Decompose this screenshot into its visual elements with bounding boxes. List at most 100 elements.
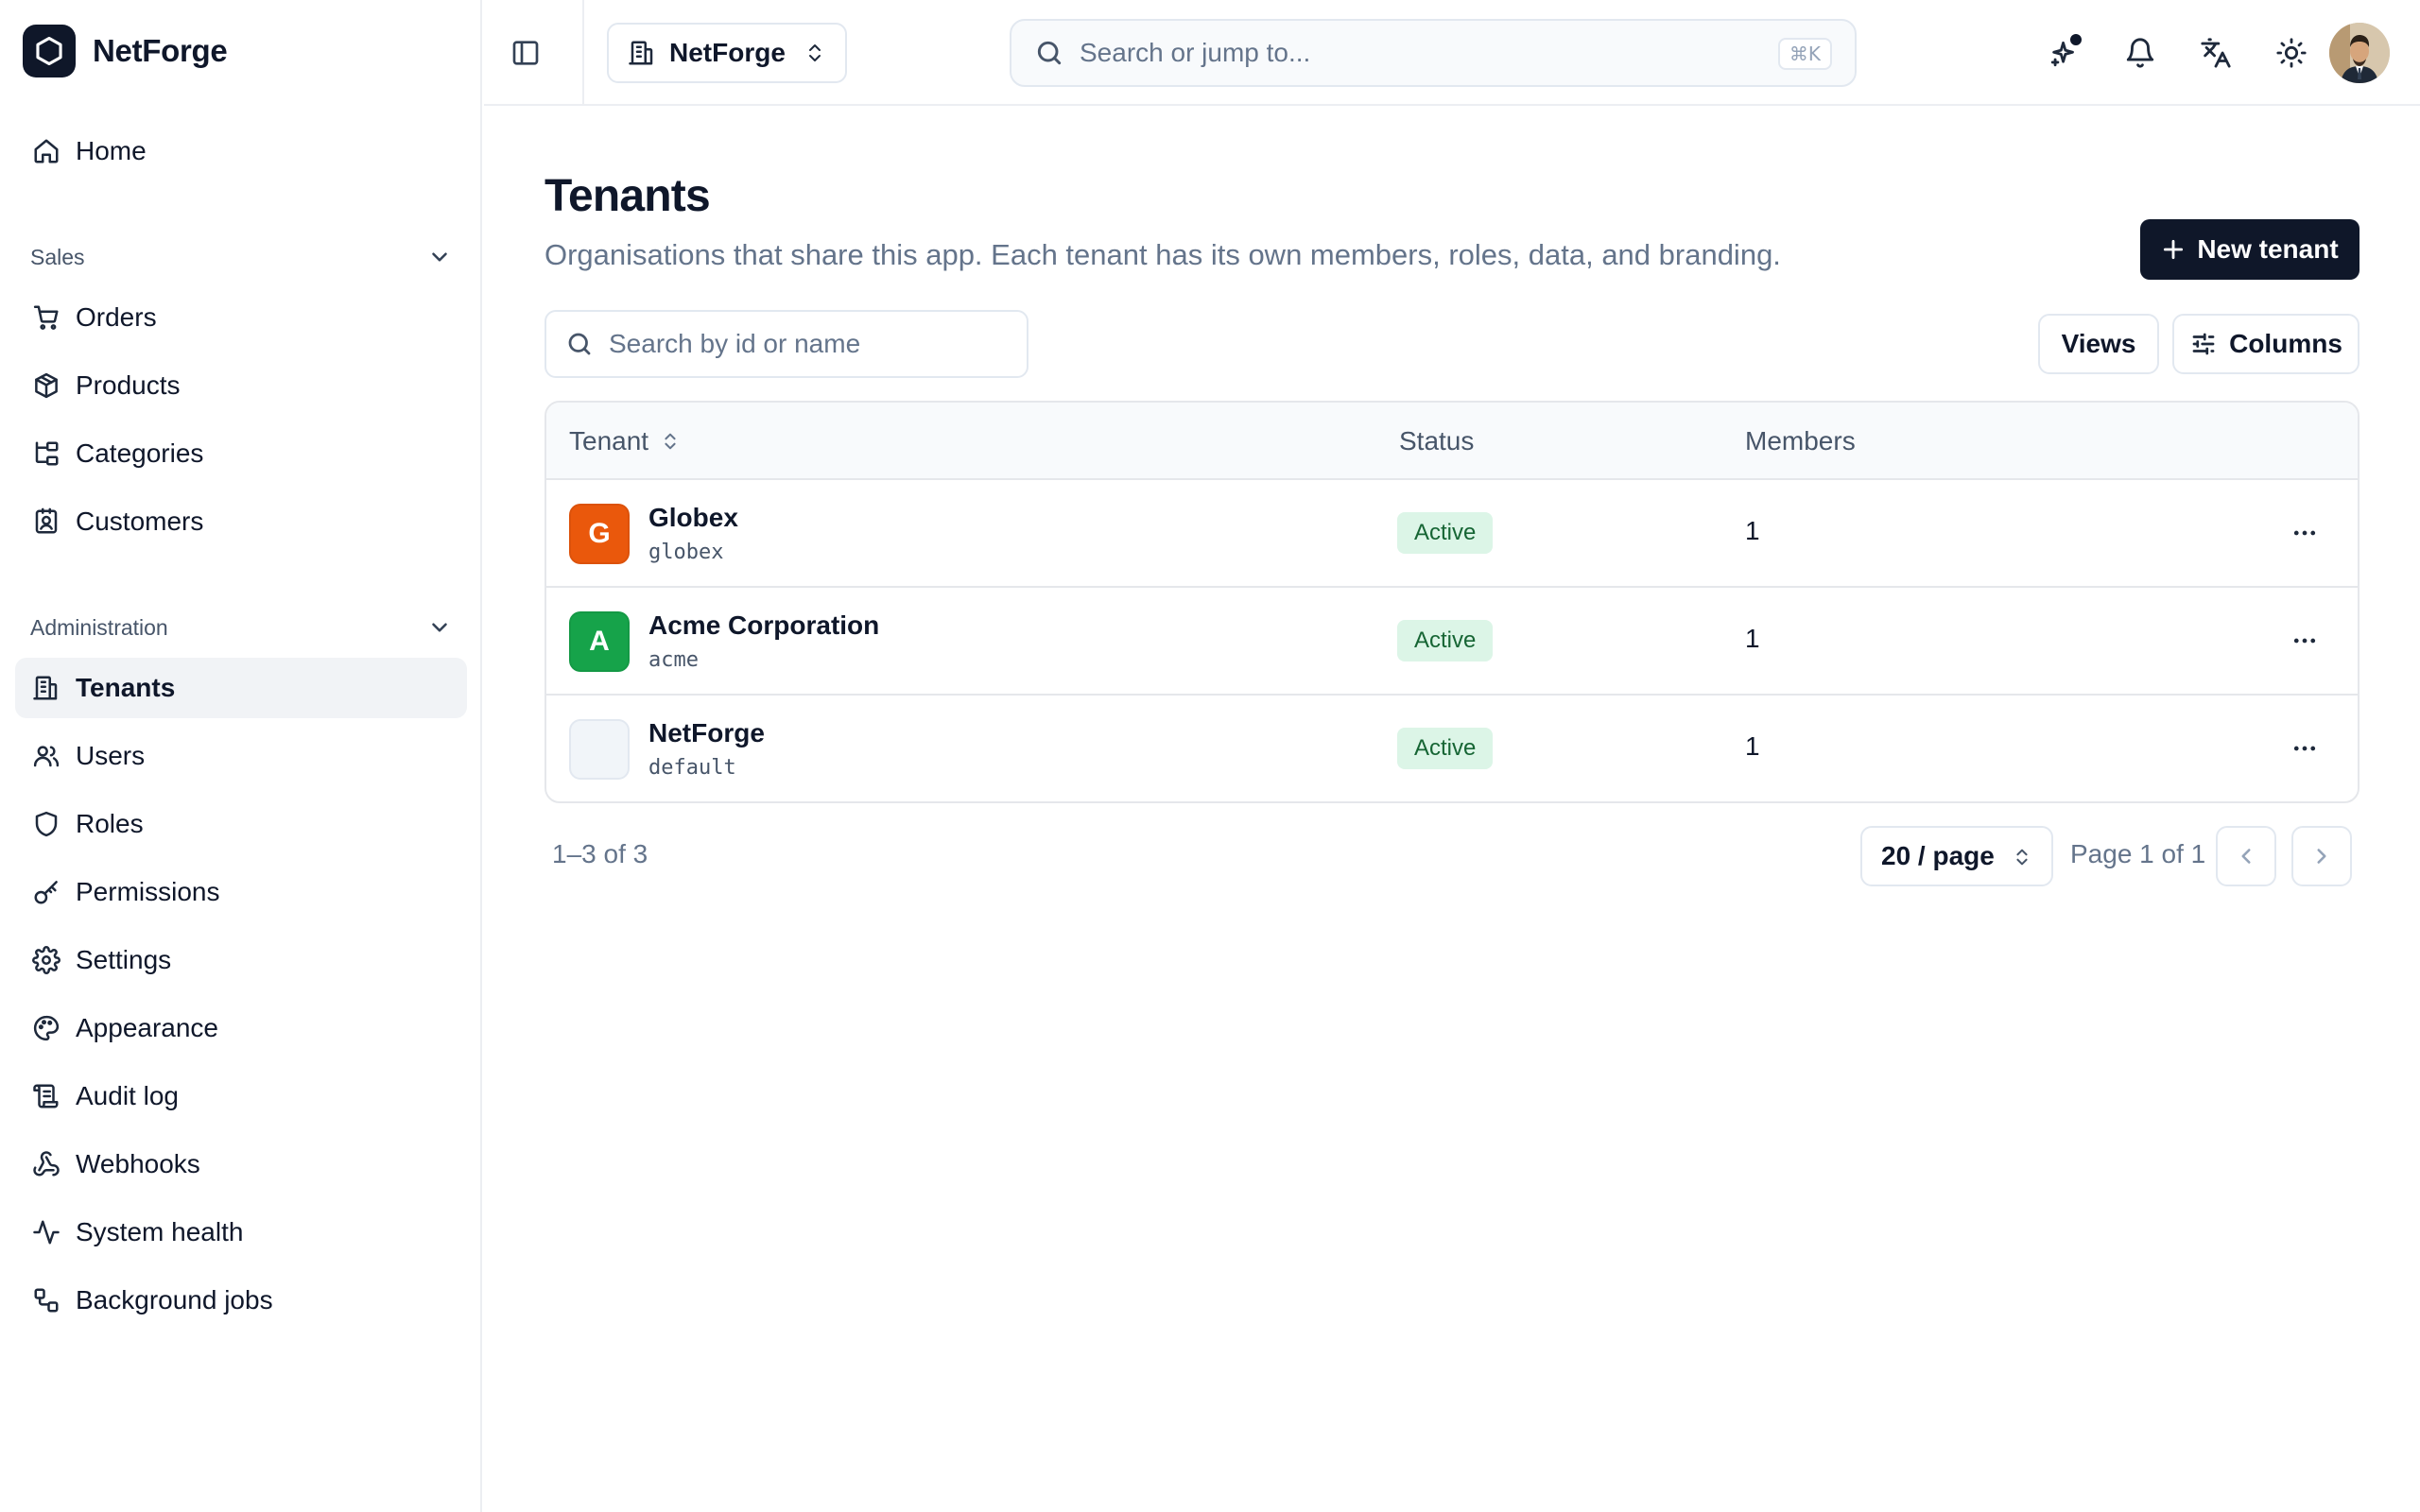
tenant-id: acme: [648, 648, 699, 672]
tenants-table: Tenant Status Members G Globex globex Ac…: [544, 401, 2360, 803]
sliders-icon: [2192, 333, 2215, 355]
views-button[interactable]: Views: [2038, 314, 2159, 374]
package-icon: [30, 369, 62, 402]
language-button[interactable]: [2189, 26, 2242, 79]
columns-button[interactable]: Columns: [2172, 314, 2360, 374]
table-row[interactable]: NetForge default Active 1: [546, 696, 2358, 801]
sidebar-item-roles[interactable]: Roles: [15, 794, 467, 854]
notifications-button[interactable]: [2114, 26, 2167, 79]
chevron-right-icon: [2317, 849, 2326, 864]
chevrons-up-down-icon: [2016, 849, 2028, 866]
sidebar-item-audit-log[interactable]: Audit log: [15, 1066, 467, 1126]
column-header-members: Members: [1745, 403, 1856, 480]
folder-tree-icon: [30, 438, 62, 470]
webhook-icon: [30, 1148, 62, 1180]
sort-icon: [665, 433, 676, 450]
pagination-range: 1–3 of 3: [552, 839, 648, 868]
tenant-switcher[interactable]: NetForge: [607, 23, 847, 83]
sidebar-item-background-jobs[interactable]: Background jobs: [15, 1270, 467, 1331]
section-sales-toggle[interactable]: Sales: [30, 238, 452, 276]
page-indicator: Page 1 of 1: [2070, 839, 2206, 868]
tenant-name[interactable]: NetForge: [648, 718, 765, 748]
sidebar-item-webhooks[interactable]: Webhooks: [15, 1134, 467, 1194]
hexagon-logo-icon: [23, 25, 76, 77]
global-search-input[interactable]: Search or jump to... ⌘K: [1010, 19, 1857, 87]
sidebar-item-label: Users: [76, 741, 146, 770]
keyboard-shortcut-badge: ⌘K: [1777, 38, 1832, 70]
contact-icon: [30, 506, 62, 538]
chevron-down-icon: [432, 623, 447, 632]
page-title: Tenants: [544, 171, 711, 221]
sun-icon: [2276, 38, 2307, 68]
status-badge: Active: [1397, 620, 1494, 662]
sidebar-item-label: Home: [76, 136, 147, 165]
new-tenant-button[interactable]: New tenant: [2140, 219, 2360, 280]
sidebar-item-label: System health: [76, 1217, 244, 1246]
tenant-avatar: [569, 719, 630, 780]
brand[interactable]: NetForge: [23, 23, 228, 79]
next-page-button[interactable]: [2291, 826, 2352, 886]
gear-icon: [30, 944, 62, 976]
column-label: Status: [1399, 426, 1475, 455]
more-horizontal-icon: [2293, 746, 2316, 751]
search-icon: [1037, 41, 1062, 65]
row-actions-button[interactable]: [2286, 730, 2324, 767]
status-badge: Active: [1397, 512, 1494, 554]
table-row[interactable]: A Acme Corporation acme Active 1: [546, 588, 2358, 696]
sidebar-item-products[interactable]: Products: [15, 355, 467, 416]
sidebar-item-system-health[interactable]: System health: [15, 1202, 467, 1263]
previous-page-button[interactable]: [2216, 826, 2276, 886]
shield-icon: [30, 808, 62, 840]
user-avatar[interactable]: [2329, 23, 2390, 83]
table-row[interactable]: G Globex globex Active 1: [546, 480, 2358, 588]
tenant-switcher-label: NetForge: [669, 38, 786, 67]
search-placeholder: Search by id or name: [609, 329, 861, 358]
avatar-image: [2329, 23, 2390, 83]
tenant-id: globex: [648, 541, 724, 564]
more-horizontal-icon: [2293, 638, 2316, 644]
sidebar-item-categories[interactable]: Categories: [15, 423, 467, 484]
notification-dot: [2068, 32, 2083, 47]
members-count: 1: [1745, 624, 1760, 653]
column-label: Members: [1745, 426, 1856, 455]
sidebar-item-permissions[interactable]: Permissions: [15, 862, 467, 922]
sidebar-toggle-button[interactable]: [503, 30, 548, 76]
sidebar-item-label: Customers: [76, 507, 204, 536]
ai-assistant-button[interactable]: [2038, 26, 2091, 79]
columns-label: Columns: [2229, 329, 2342, 358]
users-icon: [30, 740, 62, 772]
row-actions-button[interactable]: [2286, 622, 2324, 660]
topbar: NetForge Search or jump to... ⌘K: [484, 0, 2420, 106]
tenant-name[interactable]: Globex: [648, 503, 738, 533]
palette-icon: [30, 1012, 62, 1044]
plus-icon: [2164, 239, 2184, 260]
column-header-tenant[interactable]: Tenant: [569, 403, 681, 480]
tenant-search-input[interactable]: Search by id or name: [544, 310, 1028, 378]
sidebar-item-users[interactable]: Users: [15, 726, 467, 786]
sidebar-item-orders[interactable]: Orders: [15, 287, 467, 348]
sidebar-item-label: Tenants: [76, 673, 176, 702]
sidebar-item-tenants[interactable]: Tenants: [15, 658, 467, 718]
chevron-down-icon: [432, 252, 447, 262]
sidebar-item-label: Permissions: [76, 877, 220, 906]
tenant-name[interactable]: Acme Corporation: [648, 610, 879, 641]
theme-toggle-button[interactable]: [2265, 26, 2318, 79]
more-horizontal-icon: [2293, 530, 2316, 536]
sidebar-item-settings[interactable]: Settings: [15, 930, 467, 990]
page-size-label: 20 / page: [1881, 841, 1995, 870]
languages-icon: [2201, 38, 2231, 68]
row-actions-button[interactable]: [2286, 514, 2324, 552]
sidebar-item-customers[interactable]: Customers: [15, 491, 467, 552]
page-size-select[interactable]: 20 / page: [1860, 826, 2053, 886]
sidebar-item-appearance[interactable]: Appearance: [15, 998, 467, 1058]
section-administration-toggle[interactable]: Administration: [30, 609, 452, 646]
sidebar-item-label: Settings: [76, 945, 172, 974]
activity-icon: [30, 1216, 62, 1248]
sidebar-item-label: Products: [76, 370, 181, 400]
column-label: Tenant: [569, 426, 649, 455]
workflow-icon: [30, 1284, 62, 1316]
cart-icon: [30, 301, 62, 334]
sidebar-item-label: Background jobs: [76, 1285, 273, 1314]
app-name: NetForge: [93, 33, 228, 68]
sidebar-item-home[interactable]: Home: [15, 121, 467, 181]
